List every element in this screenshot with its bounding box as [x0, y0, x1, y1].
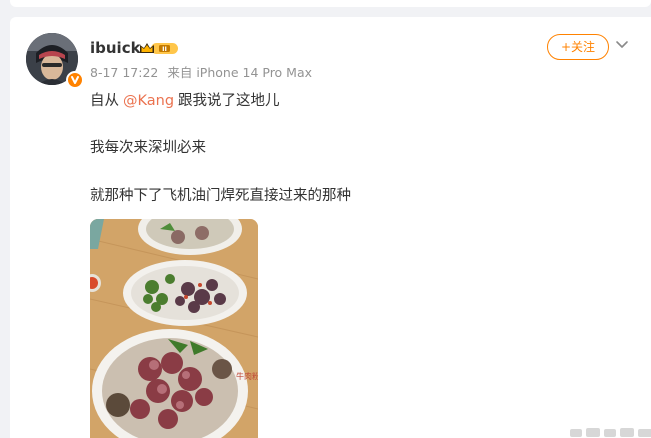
post-text-line2: 我每次来深圳必来 [90, 140, 206, 156]
svg-text:II: II [162, 45, 167, 53]
chevron-down-icon[interactable] [614, 36, 630, 52]
follow-button[interactable]: +关注 [547, 34, 609, 60]
verified-badge-icon [66, 71, 84, 89]
food-photo-image: 牛肉粉 [90, 219, 258, 438]
toolbar-hint-icon [570, 428, 651, 437]
vip-crown-badge-icon[interactable]: II [139, 41, 179, 56]
post-photo[interactable]: 牛肉粉 [90, 219, 258, 438]
post-text-line1: 自从 @Kang 跟我说了这地儿 [90, 91, 280, 111]
post-source: 来自 iPhone 14 Pro Max [167, 65, 313, 80]
username[interactable]: ibuick [90, 38, 141, 58]
previous-card-bottom [10, 0, 651, 7]
post-meta: 8-17 17:22 来自 iPhone 14 Pro Max [90, 65, 312, 81]
text-suffix: 跟我说了这地儿 [178, 93, 280, 109]
post-text-line3: 就那种下了飞机油门焊死直接过来的那种 [90, 188, 351, 204]
post-timestamp[interactable]: 8-17 17:22 [90, 65, 158, 80]
mention-link[interactable]: @Kang [123, 93, 174, 109]
photo-stamp: 牛肉粉 [236, 371, 258, 381]
weibo-post-card: ibuick II 8-17 17:22 来自 iPhone 14 Pro Ma… [10, 17, 651, 438]
text-prefix: 自从 [90, 93, 119, 109]
